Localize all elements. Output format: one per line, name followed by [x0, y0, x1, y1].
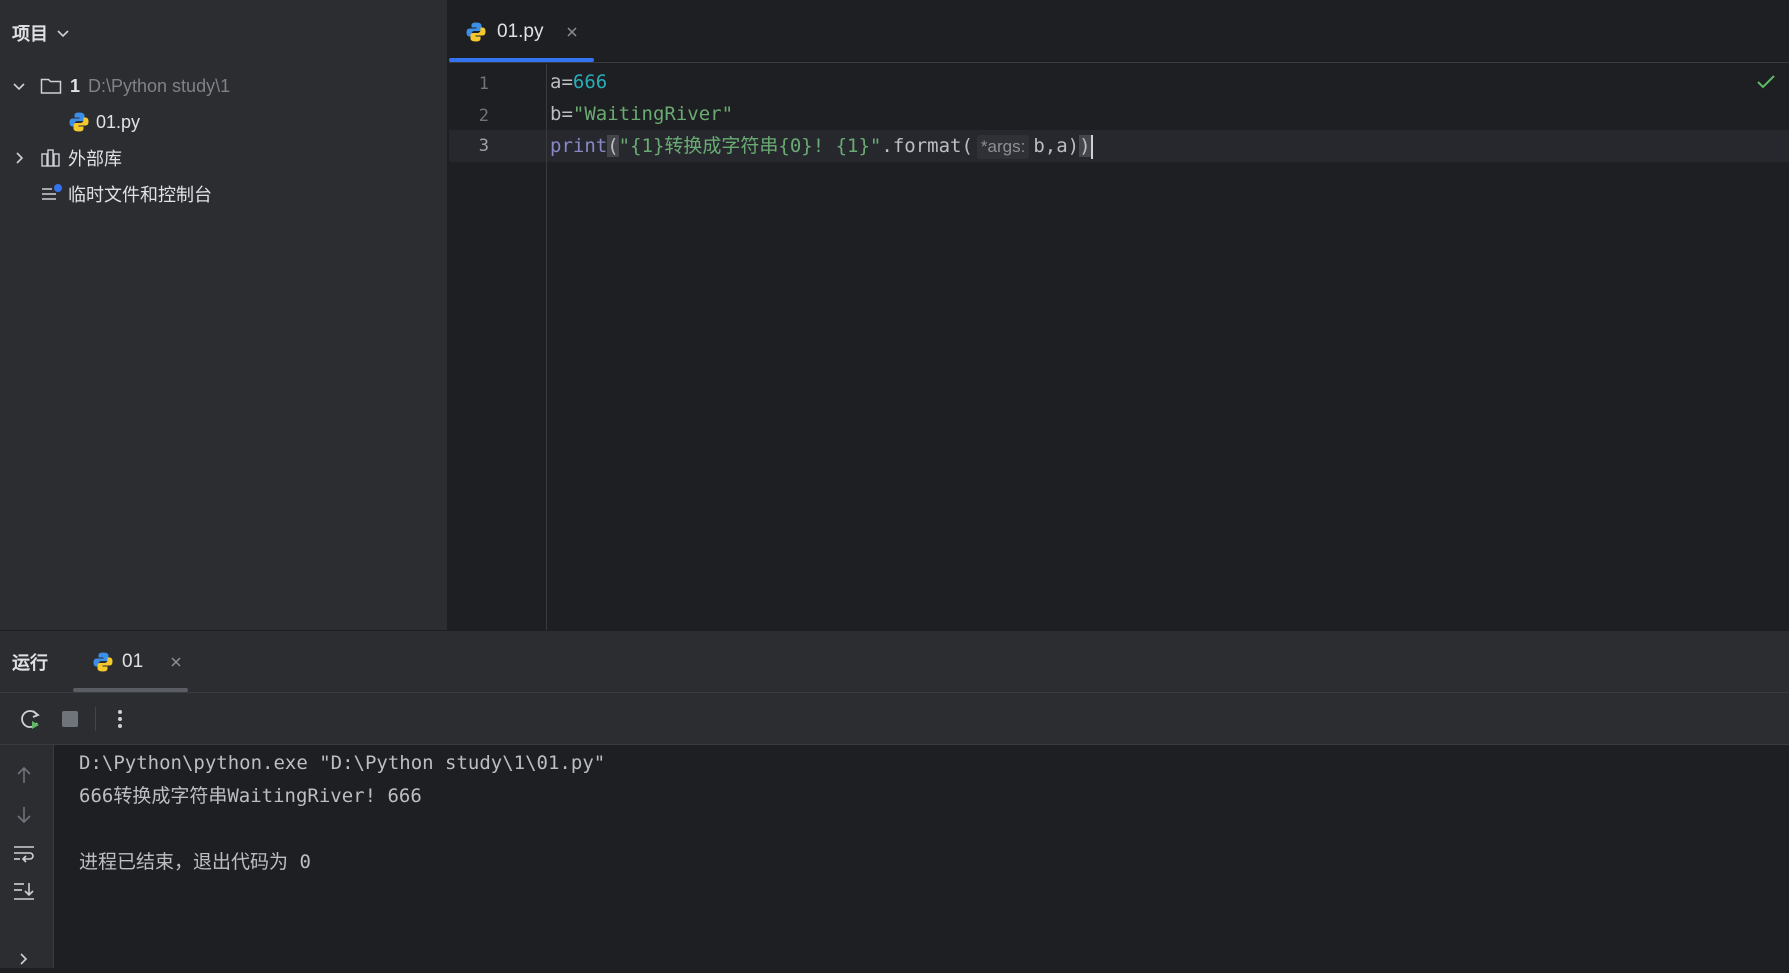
- chevron-down-icon[interactable]: [12, 79, 26, 93]
- run-side-toolbar: [0, 745, 54, 968]
- project-panel-header[interactable]: 项目: [12, 20, 70, 46]
- code-token-string: "{1}转换成字符串{0}! {1}": [618, 135, 882, 157]
- line-number: 2: [478, 106, 489, 126]
- code-line-1[interactable]: a=666: [550, 66, 607, 98]
- active-tab-indicator: [449, 58, 594, 62]
- scroll-up-button[interactable]: [10, 761, 38, 789]
- stop-icon: [62, 711, 78, 727]
- run-tab-label: 01: [122, 651, 144, 672]
- tree-item-01py[interactable]: 01.py: [68, 107, 140, 137]
- project-panel: 项目 1 D:\Python study\1 01.py 外部库 临时文件和控制…: [0, 0, 448, 630]
- folder-icon: [40, 78, 62, 94]
- line-number: 1: [478, 74, 489, 94]
- arrow-down-icon: [17, 807, 31, 824]
- active-run-tab-indicator: [73, 688, 188, 692]
- soft-wrap-icon: [14, 846, 34, 863]
- code-token-number: 666: [572, 71, 608, 93]
- python-file-icon: [466, 22, 486, 42]
- tree-root-path: D:\Python study\1: [88, 75, 231, 96]
- editor-area[interactable]: [449, 0, 1789, 630]
- editor-tab-label: 01.py: [497, 21, 544, 42]
- tree-file-name: 01.py: [96, 111, 141, 132]
- console-line-command: D:\Python\python.exe "D:\Python study\1\…: [79, 752, 606, 774]
- tree-item-external-libraries[interactable]: 外部库: [12, 143, 122, 173]
- code-token-string: "WaitingRiver": [572, 103, 734, 125]
- tree-item-scratches[interactable]: 临时文件和控制台: [40, 179, 212, 209]
- code-token-builtin: print: [550, 135, 608, 157]
- scroll-to-end-icon: [14, 883, 34, 900]
- console-line-output: 666转换成字符串WaitingRiver! 666: [79, 785, 422, 807]
- toolbar-divider: [95, 707, 96, 731]
- scroll-down-button[interactable]: [10, 801, 38, 829]
- editor-tab-bar: 01.py: [449, 0, 1789, 63]
- code-token-bracket: ): [1079, 135, 1091, 157]
- library-icon: [41, 149, 60, 167]
- run-panel-header: 运行 01: [0, 631, 1789, 693]
- close-icon[interactable]: [565, 25, 579, 39]
- code-token-method: .format(: [881, 135, 973, 157]
- text-caret: [1090, 134, 1093, 159]
- python-file-icon: [93, 652, 113, 672]
- code-line-2[interactable]: b="WaitingRiver": [550, 98, 733, 130]
- code-line-3[interactable]: print("{1}转换成字符串{0}! {1}".format(*args: b…: [550, 130, 1093, 162]
- more-options-button[interactable]: [106, 705, 134, 733]
- run-tab-01[interactable]: 01: [92, 645, 183, 679]
- run-toolbar: [0, 693, 1789, 745]
- scratches-icon: [42, 184, 62, 200]
- arrow-up-icon: [17, 766, 31, 783]
- tree-scratches-label: 临时文件和控制台: [68, 185, 212, 205]
- chevron-right-icon[interactable]: [12, 151, 26, 165]
- close-icon[interactable]: [169, 655, 183, 669]
- tree-root-name: 1: [70, 75, 81, 96]
- expand-button[interactable]: [10, 945, 38, 973]
- chevron-down-icon: [57, 30, 69, 38]
- code-token-args: b,a): [1033, 135, 1080, 157]
- editor-tab-01py[interactable]: 01.py: [465, 14, 579, 50]
- tree-item-root-folder[interactable]: 1 D:\Python study\1: [12, 71, 230, 101]
- stop-button[interactable]: [56, 705, 84, 733]
- run-panel-title: 运行: [12, 653, 48, 673]
- code-token: b=: [550, 103, 573, 125]
- scroll-to-end-button[interactable]: [10, 877, 38, 905]
- project-panel-title: 项目: [12, 24, 48, 44]
- chevron-right-icon: [20, 953, 28, 965]
- line-number-gutter: 1 2 3: [449, 64, 547, 630]
- soft-wrap-button[interactable]: [10, 839, 38, 867]
- tree-external-libraries-label: 外部库: [68, 149, 122, 169]
- rerun-icon: [21, 710, 40, 729]
- python-file-icon: [69, 112, 89, 132]
- line-number: 3: [478, 136, 489, 156]
- code-token: a=: [550, 71, 573, 93]
- rerun-button[interactable]: [16, 705, 44, 733]
- parameter-hint: *args:: [976, 135, 1030, 159]
- console-line-exit-status: 进程已结束，退出代码为 0: [79, 851, 311, 873]
- more-vertical-icon: [118, 710, 122, 728]
- code-token-bracket: (: [607, 135, 619, 157]
- checkmark-icon[interactable]: [1756, 74, 1776, 90]
